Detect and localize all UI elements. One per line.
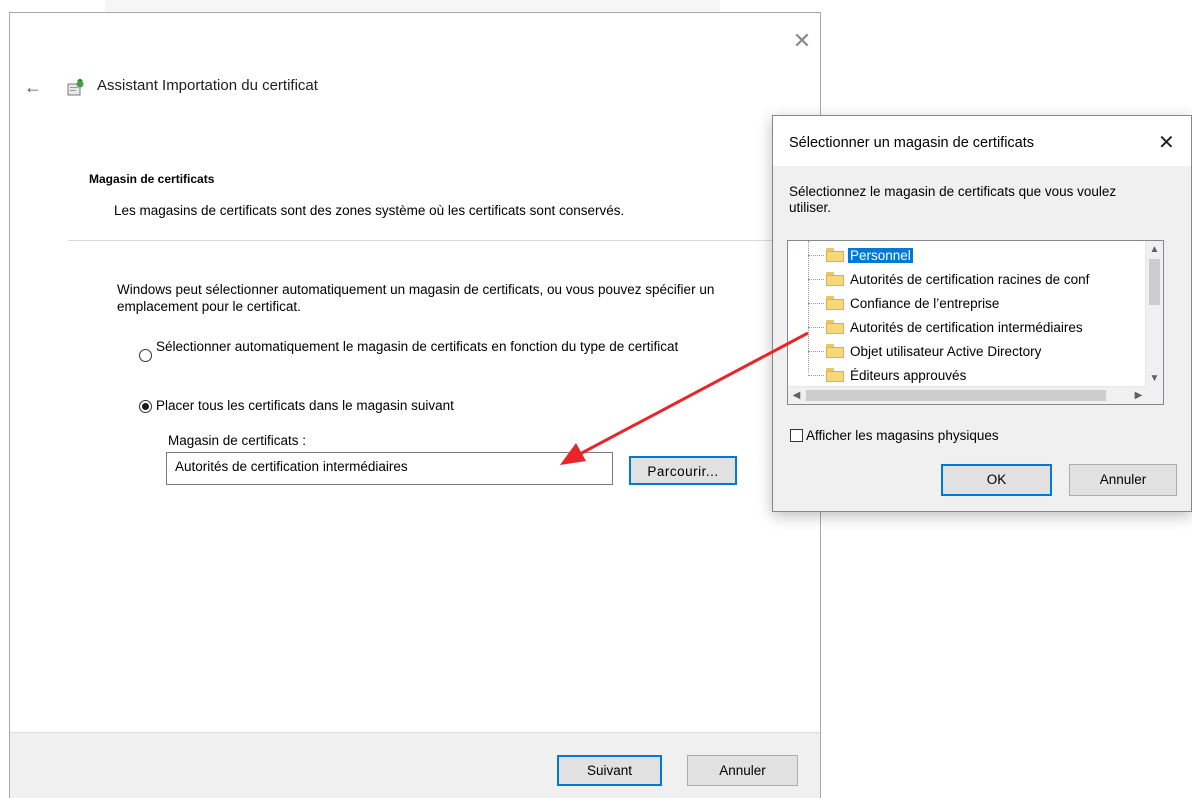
vertical-scrollbar[interactable]: ▲ ▼: [1145, 241, 1163, 387]
scroll-left-icon[interactable]: ◀: [788, 387, 805, 404]
tree-item-enterprise-trust[interactable]: Confiance de l’entreprise: [808, 292, 1001, 314]
dialog-description: Sélectionnez le magasin de certificats q…: [789, 184, 1117, 215]
certificate-wizard-icon: [67, 79, 84, 96]
tree-item-intermediate-ca[interactable]: Autorités de certification intermédiaire…: [808, 316, 1085, 338]
scroll-thumb-horizontal[interactable]: [806, 390, 1106, 401]
cancel-button[interactable]: Annuler: [687, 755, 798, 786]
radio-manual-label[interactable]: Placer tous les certificats dans le maga…: [156, 397, 454, 414]
section-description: Les magasins de certificats sont des zon…: [114, 203, 625, 218]
dialog-close-icon[interactable]: ✕: [1158, 130, 1175, 155]
folder-icon: [826, 344, 844, 358]
tree-item-ad-user-object[interactable]: Objet utilisateur Active Directory: [808, 340, 1043, 362]
show-physical-label[interactable]: Afficher les magasins physiques: [806, 428, 999, 443]
next-button[interactable]: Suivant: [557, 755, 662, 786]
radio-manual-button[interactable]: [139, 400, 152, 413]
folder-icon: [826, 296, 844, 310]
tree-item-personnel[interactable]: Personnel: [808, 244, 914, 266]
radio-auto-label[interactable]: Sélectionner automatiquement le magasin …: [156, 338, 678, 355]
dialog-cancel-button[interactable]: Annuler: [1069, 464, 1177, 496]
radio-manual-select[interactable]: Placer tous les certificats dans le maga…: [139, 397, 454, 414]
section-title: Magasin de certificats: [89, 172, 215, 186]
store-tree[interactable]: Personnel Autorités de certification rac…: [787, 240, 1164, 405]
show-physical-stores[interactable]: Afficher les magasins physiques: [790, 428, 999, 443]
scrollbar-corner: [1146, 387, 1163, 404]
intro-text: Windows peut sélectionner automatiquemen…: [117, 282, 715, 314]
certificate-import-wizard: ✕ ← Assistant Importation du certificat …: [9, 12, 822, 798]
close-icon[interactable]: ✕: [790, 29, 814, 53]
browse-button[interactable]: Parcourir...: [629, 456, 737, 485]
folder-icon: [826, 248, 844, 262]
divider: [68, 240, 822, 241]
scroll-right-icon[interactable]: ▶: [1130, 387, 1147, 404]
horizontal-scrollbar[interactable]: ◀ ▶: [788, 386, 1147, 404]
radio-auto-select[interactable]: Sélectionner automatiquement le magasin …: [139, 338, 749, 362]
scroll-down-icon[interactable]: ▼: [1146, 370, 1163, 387]
tree-item-trusted-publishers[interactable]: Éditeurs approuvés: [808, 364, 968, 386]
scroll-up-icon[interactable]: ▲: [1146, 241, 1163, 258]
wizard-title: Assistant Importation du certificat: [97, 77, 318, 94]
show-physical-checkbox[interactable]: [790, 429, 803, 442]
dialog-title: Sélectionner un magasin de certificats: [789, 135, 1035, 151]
store-label: Magasin de certificats :: [168, 433, 307, 448]
select-store-dialog: Sélectionner un magasin de certificats ✕…: [772, 115, 1192, 512]
tree-item-root-ca[interactable]: Autorités de certification racines de co…: [808, 268, 1091, 290]
folder-icon: [826, 320, 844, 334]
ok-button[interactable]: OK: [941, 464, 1052, 496]
folder-icon: [826, 368, 844, 382]
folder-icon: [826, 272, 844, 286]
back-arrow-icon[interactable]: ←: [24, 77, 42, 98]
scroll-thumb[interactable]: [1149, 259, 1160, 305]
radio-auto-button[interactable]: [139, 349, 152, 362]
store-field[interactable]: Autorités de certification intermédiaire…: [166, 452, 613, 485]
